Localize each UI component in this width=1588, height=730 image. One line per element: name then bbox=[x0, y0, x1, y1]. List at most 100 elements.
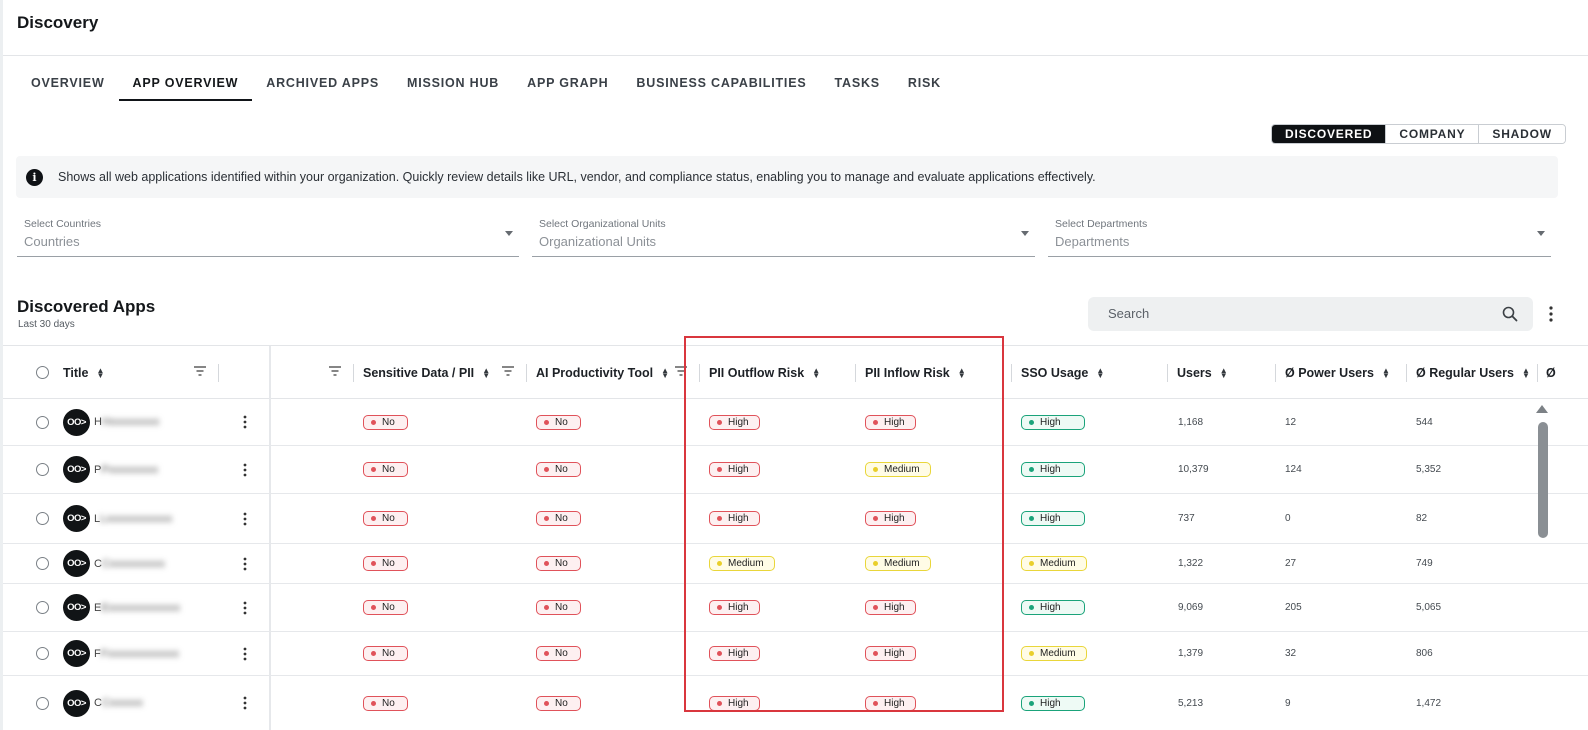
toggle-company[interactable]: COMPANY bbox=[1385, 125, 1479, 143]
sensitive-data-cell: No bbox=[363, 632, 408, 675]
table-row[interactable]: OO> C Cxxxxxx No No High High High 5,213 … bbox=[3, 676, 1588, 730]
column-divider bbox=[855, 364, 856, 382]
tab-tasks[interactable]: TASKS bbox=[820, 64, 893, 101]
org-units-select[interactable]: Select Organizational Units Organization… bbox=[532, 217, 1035, 257]
more-options-icon[interactable] bbox=[238, 600, 252, 616]
ai-tool-cell: No bbox=[536, 446, 581, 493]
countries-select[interactable]: Select Countries Countries bbox=[17, 217, 519, 257]
users-cell: 737 bbox=[1178, 513, 1195, 524]
row-checkbox[interactable] bbox=[36, 494, 49, 543]
col-ai-productivity-tool[interactable]: AI Productivity Tool ▲ ▼ bbox=[536, 346, 669, 399]
row-checkbox[interactable] bbox=[36, 544, 49, 583]
search-icon[interactable] bbox=[1502, 306, 1518, 322]
col-regular-users[interactable]: Ø Regular Users ▲ ▼ bbox=[1416, 346, 1530, 399]
more-options-icon[interactable] bbox=[238, 511, 252, 527]
sort-icon[interactable]: ▲ ▼ bbox=[482, 366, 490, 379]
col-sso-usage[interactable]: SSO Usage ▲ ▼ bbox=[1021, 346, 1104, 399]
table-row[interactable]: OO> L Lxxxxxxxxxxxx No No High High High … bbox=[3, 494, 1588, 544]
app-title[interactable]: C Cxxxxxxxxxx bbox=[94, 544, 165, 583]
scrollbar-thumb[interactable] bbox=[1538, 422, 1548, 538]
app-title[interactable]: P Pxxxxxxxxx bbox=[94, 446, 158, 493]
row-actions[interactable] bbox=[238, 494, 252, 543]
column-divider bbox=[526, 364, 527, 382]
sort-icon[interactable]: ▲ ▼ bbox=[661, 366, 669, 379]
users-cell: 1,379 bbox=[1178, 648, 1204, 659]
more-options-icon[interactable] bbox=[238, 556, 252, 572]
tab-app-graph[interactable]: APP GRAPH bbox=[513, 64, 622, 101]
col-title[interactable]: Title ▲ ▼ bbox=[63, 346, 104, 399]
status-badge: Medium bbox=[1021, 556, 1087, 571]
more-options-icon[interactable] bbox=[1544, 304, 1558, 324]
column-divider bbox=[1406, 364, 1407, 382]
tab-archived-apps[interactable]: ARCHIVED APPS bbox=[252, 64, 393, 101]
row-actions[interactable] bbox=[238, 676, 252, 730]
tab-business-capabilities[interactable]: BUSINESS CAPABILITIES bbox=[622, 64, 820, 101]
table-row[interactable]: OO> F Fxxxxxxxxxxxxx No No High High Medi… bbox=[3, 632, 1588, 676]
sort-icon[interactable]: ▲ ▼ bbox=[1220, 366, 1228, 379]
col-users[interactable]: Users ▲ ▼ bbox=[1177, 346, 1228, 399]
row-checkbox[interactable] bbox=[36, 399, 49, 445]
row-actions[interactable] bbox=[238, 544, 252, 583]
app-title[interactable]: L Lxxxxxxxxxxxx bbox=[94, 494, 172, 543]
countries-placeholder: Countries bbox=[24, 234, 80, 249]
row-actions[interactable] bbox=[238, 584, 252, 631]
tab-app-overview[interactable]: APP OVERVIEW bbox=[118, 64, 253, 101]
sensitive-data-cell: No bbox=[363, 676, 408, 730]
tab-mission-hub[interactable]: MISSION HUB bbox=[393, 64, 513, 101]
row-checkbox[interactable] bbox=[36, 446, 49, 493]
sort-icon[interactable]: ▲ ▼ bbox=[958, 366, 966, 379]
tab-overview[interactable]: OVERVIEW bbox=[17, 64, 119, 101]
sort-icon[interactable]: ▲ ▼ bbox=[1522, 366, 1530, 379]
search-input[interactable]: Search bbox=[1088, 297, 1533, 331]
app-title[interactable]: C Cxxxxxx bbox=[94, 676, 143, 730]
row-checkbox[interactable] bbox=[36, 632, 49, 675]
vertical-scrollbar[interactable] bbox=[1536, 400, 1550, 730]
select-all-checkbox[interactable] bbox=[36, 346, 49, 399]
ai-tool-cell: No bbox=[536, 494, 581, 543]
filter-icon[interactable] bbox=[329, 366, 341, 376]
ai-tool-cell: No bbox=[536, 676, 581, 730]
more-options-icon[interactable] bbox=[238, 646, 252, 662]
status-badge: High bbox=[1021, 462, 1085, 477]
sort-icon[interactable]: ▲ ▼ bbox=[1096, 366, 1104, 379]
row-actions[interactable] bbox=[238, 399, 252, 445]
col-overflow[interactable]: Ø bbox=[1546, 346, 1556, 399]
col-power-users[interactable]: Ø Power Users ▲ ▼ bbox=[1285, 346, 1390, 399]
scroll-up-arrow-icon[interactable] bbox=[1536, 405, 1548, 413]
sort-icon[interactable]: ▲ ▼ bbox=[812, 366, 820, 379]
app-title[interactable]: E Exxxxxxxxxxxxx bbox=[94, 584, 180, 631]
row-checkbox[interactable] bbox=[36, 676, 49, 730]
app-title[interactable]: H Hxxxxxxxxx bbox=[94, 399, 159, 445]
filter-icon[interactable] bbox=[194, 366, 206, 376]
col-sensitive-data[interactable]: Sensitive Data / PII ▲ ▼ bbox=[363, 346, 490, 399]
row-actions[interactable] bbox=[238, 632, 252, 675]
sort-icon[interactable]: ▲ ▼ bbox=[96, 366, 105, 379]
toggle-shadow[interactable]: SHADOW bbox=[1478, 125, 1565, 143]
more-options-icon[interactable] bbox=[238, 695, 252, 711]
more-options-icon[interactable] bbox=[238, 414, 252, 430]
status-badge: No bbox=[363, 646, 408, 661]
row-checkbox[interactable] bbox=[36, 584, 49, 631]
sort-icon[interactable]: ▲ ▼ bbox=[1382, 366, 1390, 379]
col-pii-inflow-risk[interactable]: PII Inflow Risk ▲ ▼ bbox=[865, 346, 966, 399]
departments-select[interactable]: Select Departments Departments bbox=[1048, 217, 1551, 257]
table-row[interactable]: OO> P Pxxxxxxxxx No No High Medium High 1… bbox=[3, 446, 1588, 494]
row-actions[interactable] bbox=[238, 446, 252, 493]
status-badge: High bbox=[865, 646, 916, 661]
filter-icon[interactable] bbox=[502, 366, 514, 376]
departments-placeholder: Departments bbox=[1055, 234, 1130, 249]
app-title[interactable]: F Fxxxxxxxxxxxxx bbox=[94, 632, 179, 675]
pii-inflow-cell: Medium bbox=[865, 446, 931, 493]
section-subtitle: Last 30 days bbox=[18, 319, 75, 330]
tab-risk[interactable]: RISK bbox=[894, 64, 955, 101]
table-row[interactable]: OO> C Cxxxxxxxxxx No No Medium Medium Med… bbox=[3, 544, 1588, 584]
filter-icon[interactable] bbox=[675, 366, 687, 376]
toggle-discovered[interactable]: DISCOVERED bbox=[1272, 125, 1386, 143]
col-pii-outflow-risk[interactable]: PII Outflow Risk ▲ ▼ bbox=[709, 346, 820, 399]
status-badge: No bbox=[536, 600, 581, 615]
table-row[interactable]: OO> E Exxxxxxxxxxxxx No No High High High… bbox=[3, 584, 1588, 632]
status-badge: No bbox=[363, 462, 408, 477]
more-options-icon[interactable] bbox=[238, 462, 252, 478]
chevron-down-icon bbox=[1021, 231, 1029, 236]
table-row[interactable]: OO> H Hxxxxxxxxx No No High High High 1,1… bbox=[3, 399, 1588, 446]
